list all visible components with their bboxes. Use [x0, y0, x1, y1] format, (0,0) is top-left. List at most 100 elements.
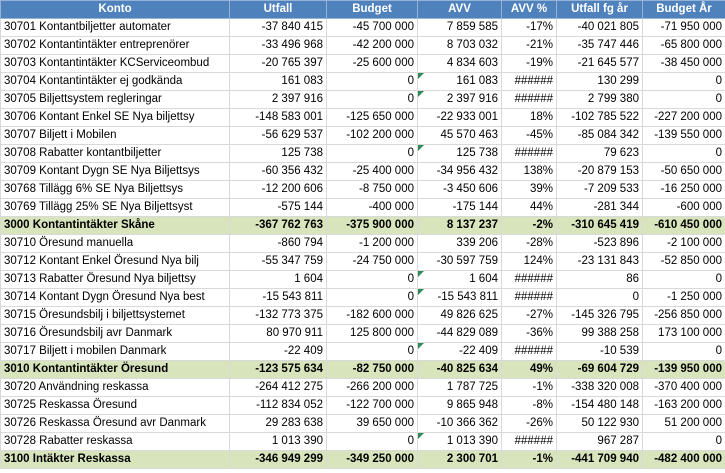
value-cell[interactable]: ######	[501, 342, 557, 361]
value-cell[interactable]: -132 773 375	[229, 306, 327, 325]
account-cell[interactable]: 30720 Användning reskassa	[0, 378, 230, 397]
value-cell[interactable]: -264 412 275	[229, 378, 327, 397]
value-cell[interactable]: -36%	[501, 324, 557, 343]
value-cell[interactable]: -2%	[501, 216, 557, 235]
value-cell[interactable]: -102 785 522	[556, 108, 643, 127]
value-cell[interactable]: -28%	[501, 234, 557, 253]
value-cell[interactable]: -441 709 940	[556, 450, 643, 469]
value-cell[interactable]: 0	[326, 144, 418, 163]
value-cell[interactable]: 4 834 603	[417, 54, 502, 73]
value-cell[interactable]: -1 250 000	[642, 288, 725, 307]
header-budget-ar[interactable]: Budget År	[642, 0, 725, 19]
value-cell[interactable]: -338 320 008	[556, 378, 643, 397]
value-cell[interactable]: -16 250 000	[642, 180, 725, 199]
value-cell[interactable]: -610 450 000	[642, 216, 725, 235]
account-cell[interactable]: 30709 Kontant Dygn SE Nya Biljettsys	[0, 162, 230, 181]
account-cell[interactable]: 30769 Tillägg 25% SE Nya Biljettsyst	[0, 198, 230, 217]
account-cell[interactable]: 30702 Kontantintäkter entreprenörer	[0, 36, 230, 55]
value-cell[interactable]: -8 750 000	[326, 180, 418, 199]
value-cell[interactable]: 0	[326, 72, 418, 91]
account-cell[interactable]: 30713 Rabatter Öresund Nya biljettsy	[0, 270, 230, 289]
value-cell[interactable]: -145 326 795	[556, 306, 643, 325]
value-cell[interactable]: -42 200 000	[326, 36, 418, 55]
account-cell[interactable]: 30710 Öresund manuella	[0, 234, 230, 253]
value-cell[interactable]: -482 400 000	[642, 450, 725, 469]
account-cell[interactable]: 30705 Biljettsystem regleringar	[0, 90, 230, 109]
account-cell[interactable]: 30726 Reskassa Öresund avr Danmark	[0, 414, 230, 433]
value-cell[interactable]: -65 800 000	[642, 36, 725, 55]
value-cell[interactable]: ######	[501, 90, 557, 109]
value-cell[interactable]: 99 388 258	[556, 324, 643, 343]
value-cell[interactable]: 0	[642, 342, 725, 361]
value-cell[interactable]: 80 970 911	[229, 324, 327, 343]
value-cell[interactable]: -37 840 415	[229, 18, 327, 37]
account-cell[interactable]: 30707 Biljett i Mobilen	[0, 126, 230, 145]
value-cell[interactable]: 0	[326, 342, 418, 361]
value-cell[interactable]: -139 950 000	[642, 360, 725, 379]
value-cell[interactable]: -122 700 000	[326, 396, 418, 415]
value-cell[interactable]: -17%	[501, 18, 557, 37]
value-cell[interactable]: 49%	[501, 360, 557, 379]
value-cell[interactable]: -349 250 000	[326, 450, 418, 469]
value-cell[interactable]: -24 750 000	[326, 252, 418, 271]
header-budget[interactable]: Budget	[326, 0, 418, 19]
value-cell[interactable]: -30 597 759	[417, 252, 502, 271]
value-cell[interactable]: 0	[642, 270, 725, 289]
value-cell[interactable]: -20 765 397	[229, 54, 327, 73]
value-cell[interactable]: -575 144	[229, 198, 327, 217]
value-cell[interactable]: 967 287	[556, 432, 643, 451]
value-cell[interactable]: 130 299	[556, 72, 643, 91]
value-cell[interactable]: -10 539	[556, 342, 643, 361]
value-cell[interactable]: -52 850 000	[642, 252, 725, 271]
value-cell[interactable]: -8%	[501, 396, 557, 415]
value-cell[interactable]: 125 738	[417, 144, 502, 163]
value-cell[interactable]: 49 826 625	[417, 306, 502, 325]
value-cell[interactable]: -38 450 000	[642, 54, 725, 73]
value-cell[interactable]: -367 762 763	[229, 216, 327, 235]
value-cell[interactable]: -19%	[501, 54, 557, 73]
value-cell[interactable]: -85 084 342	[556, 126, 643, 145]
value-cell[interactable]: -125 650 000	[326, 108, 418, 127]
value-cell[interactable]: -45 700 000	[326, 18, 418, 37]
value-cell[interactable]: -69 604 729	[556, 360, 643, 379]
value-cell[interactable]: -860 794	[229, 234, 327, 253]
account-cell[interactable]: 30715 Öresundsbilj i biljettsystemet	[0, 306, 230, 325]
value-cell[interactable]: 7 859 585	[417, 18, 502, 37]
value-cell[interactable]: -15 543 811	[417, 288, 502, 307]
value-cell[interactable]: 138%	[501, 162, 557, 181]
value-cell[interactable]: 161 083	[229, 72, 327, 91]
value-cell[interactable]: 18%	[501, 108, 557, 127]
value-cell[interactable]: -40 825 634	[417, 360, 502, 379]
value-cell[interactable]: -281 344	[556, 198, 643, 217]
value-cell[interactable]: ######	[501, 288, 557, 307]
account-cell[interactable]: 3000 Kontantintäkter Skåne	[0, 216, 230, 235]
value-cell[interactable]: -1 200 000	[326, 234, 418, 253]
account-cell[interactable]: 30768 Tillägg 6% SE Nya Biljettsys	[0, 180, 230, 199]
value-cell[interactable]: 0	[326, 270, 418, 289]
account-cell[interactable]: 30708 Rabatter kontantbiljetter	[0, 144, 230, 163]
value-cell[interactable]: 1 787 725	[417, 378, 502, 397]
value-cell[interactable]: -20 879 153	[556, 162, 643, 181]
account-cell[interactable]: 30703 Kontantintäkter KCServiceombud	[0, 54, 230, 73]
value-cell[interactable]: -123 575 634	[229, 360, 327, 379]
value-cell[interactable]: -346 949 299	[229, 450, 327, 469]
value-cell[interactable]: ######	[501, 72, 557, 91]
value-cell[interactable]: -34 956 432	[417, 162, 502, 181]
value-cell[interactable]: 9 865 948	[417, 396, 502, 415]
value-cell[interactable]: -148 583 001	[229, 108, 327, 127]
value-cell[interactable]: -55 347 759	[229, 252, 327, 271]
value-cell[interactable]: -175 144	[417, 198, 502, 217]
value-cell[interactable]: 1 013 390	[417, 432, 502, 451]
value-cell[interactable]: 8 703 032	[417, 36, 502, 55]
header-avv-percent[interactable]: AVV %	[501, 0, 557, 19]
value-cell[interactable]: -7 209 533	[556, 180, 643, 199]
value-cell[interactable]: -266 200 000	[326, 378, 418, 397]
value-cell[interactable]: 173 100 000	[642, 324, 725, 343]
value-cell[interactable]: 0	[642, 72, 725, 91]
value-cell[interactable]: -12 200 606	[229, 180, 327, 199]
value-cell[interactable]: -256 850 000	[642, 306, 725, 325]
value-cell[interactable]: -22 409	[417, 342, 502, 361]
value-cell[interactable]: -22 409	[229, 342, 327, 361]
value-cell[interactable]: 50 122 930	[556, 414, 643, 433]
value-cell[interactable]: -44 829 089	[417, 324, 502, 343]
